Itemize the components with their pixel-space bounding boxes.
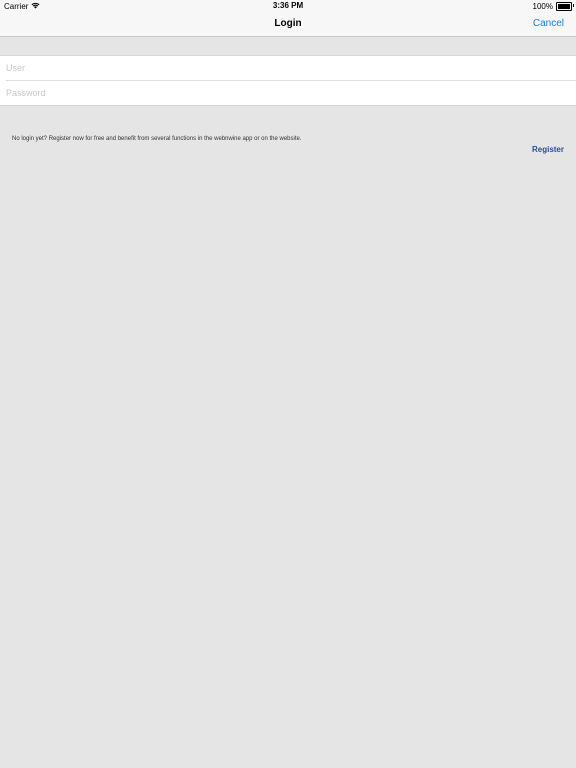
password-row <box>6 80 576 105</box>
user-input[interactable] <box>6 56 566 80</box>
navigation-bar: Login Cancel <box>0 12 576 37</box>
status-time: 3:36 PM <box>272 1 304 10</box>
register-button[interactable]: Register <box>532 145 564 154</box>
user-row <box>0 56 576 80</box>
cancel-button[interactable]: Cancel <box>533 12 564 36</box>
login-screen: Carrier 3:36 PM 100% Login Cancel User N… <box>0 0 576 768</box>
battery-percent: 100% <box>532 1 553 11</box>
status-right: 100% <box>532 1 574 11</box>
status-bar: Carrier 3:36 PM 100% <box>0 0 576 12</box>
login-form <box>0 55 576 106</box>
page-title: Login <box>274 18 302 29</box>
battery-fill <box>558 3 570 9</box>
register-info-text: No login yet? Register now for free and … <box>12 136 302 142</box>
password-input[interactable] <box>6 81 566 105</box>
battery-icon <box>556 1 574 11</box>
